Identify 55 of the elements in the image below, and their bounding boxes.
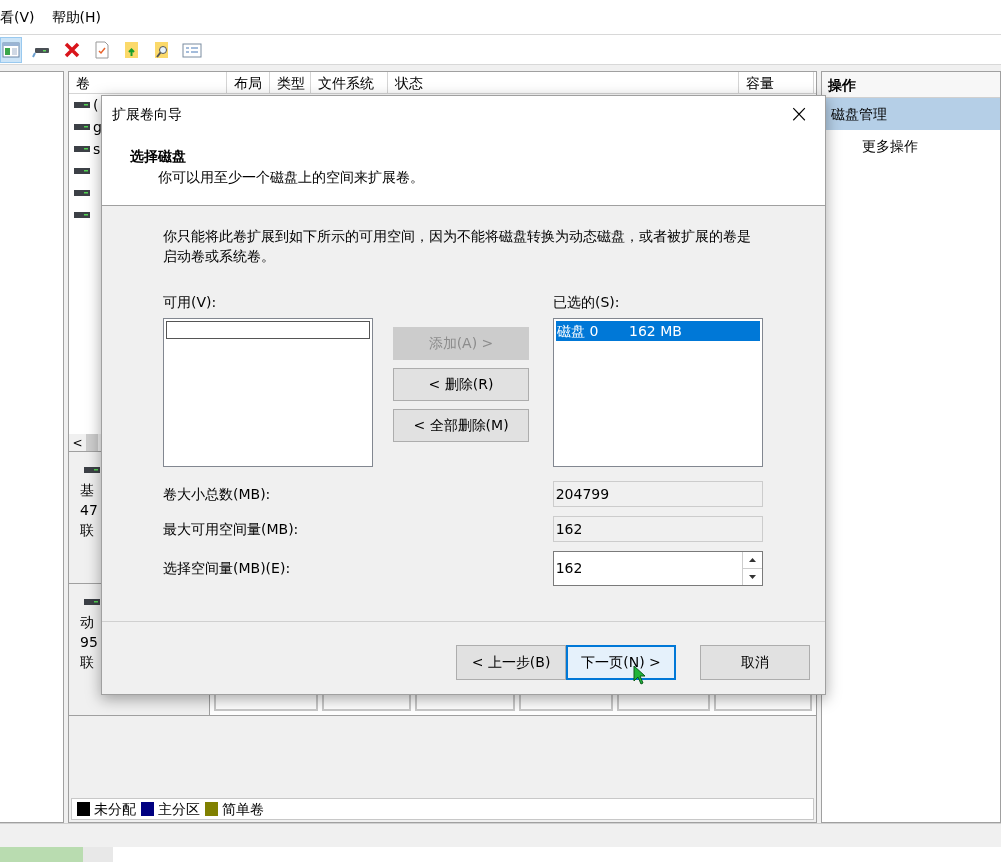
readonly-field: 204799 [552,481,763,507]
disk-list-item[interactable]: 磁盘 0 162 MB [556,321,760,341]
volume-icon [74,123,90,131]
move-button[interactable]: < 删除(R) [393,368,529,401]
volume-icon [74,145,90,153]
disk-info-text: 基 [80,481,94,500]
close-button[interactable]: × [784,102,813,126]
disk-info-text: 47 [80,501,98,520]
volume-name: s [93,139,101,159]
menu-item[interactable]: 看(V) [0,6,35,28]
column-header[interactable]: 卷 [69,72,227,93]
legend-label: 主分区 [158,799,200,819]
legend-label: 简单卷 [222,799,264,819]
volume-icon [74,211,90,219]
menu-item[interactable]: 帮助(H) [51,6,101,28]
readonly-field: 162 [552,516,763,542]
field-label: 选择空间量(MB)(E): [163,559,292,578]
space-amount-spinner[interactable]: 162 [552,551,763,586]
checked-document-icon[interactable] [92,39,112,60]
disk-info-text: 联 [80,521,94,540]
volume-icon [74,189,90,197]
available-disks-list[interactable] [163,318,373,467]
legend-label: 未分配 [94,799,136,819]
column-header[interactable]: 布局 [227,72,270,93]
volume-name: g [93,117,102,137]
wizard-button[interactable]: < 上一步(B) [456,644,566,680]
step-description: 你可以用至少一个磁盘上的空间来扩展卷。 [158,168,424,187]
column-header[interactable]: 类型 [270,72,311,93]
volume-name: ( [93,95,99,115]
taskbar-tile [83,847,113,862]
console-tree-icon[interactable] [0,36,22,63]
cancel-button[interactable]: 取消 [700,644,810,680]
disk-info-text: 95 [80,633,98,652]
scrollbar-thumb[interactable] [86,434,98,451]
field-label: 最大可用空间量(MB): [163,519,300,539]
wizard-button[interactable]: 下一页(N) > [566,644,676,680]
list-label: 已选的(S): [553,293,620,312]
list-label: 可用(V): [163,293,217,312]
action-item[interactable]: 更多操作 [822,130,1000,162]
column-header[interactable]: 文件系统 [311,72,388,93]
column-header[interactable]: 容量 [739,72,814,93]
field-label: 卷大小总数(MB): [163,484,272,504]
scroll-left-button[interactable]: < [69,434,86,451]
disk-info-text: 联 [80,653,94,672]
volume-icon [74,167,90,175]
selected-disks-list[interactable]: 磁盘 0 162 MB [553,318,763,467]
move-button[interactable]: < 全部删除(M) [393,409,529,442]
volume-icon [74,101,90,109]
dialog-title: 扩展卷向导 [112,104,182,124]
space-amount-input[interactable]: 162 [553,552,742,585]
step-heading: 选择磁盘 [130,147,186,166]
disk-info-text: 动 [80,613,94,632]
column-header[interactable]: 状态 [388,72,739,93]
actions-title: 操作 [822,72,1000,98]
instruction-text: 你只能将此卷扩展到如下所示的可用空间，因为不能将磁盘转换为动态磁盘，或者被扩展的卷是启动卷或系统卷。 [163,227,752,266]
